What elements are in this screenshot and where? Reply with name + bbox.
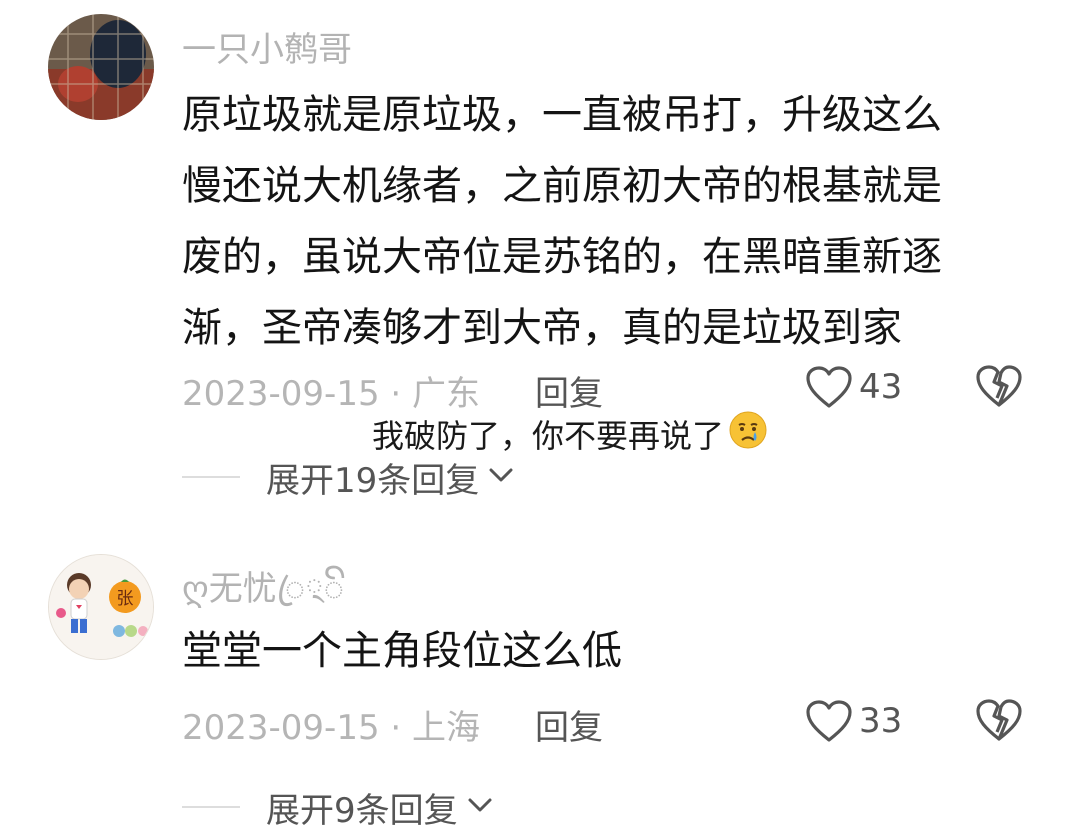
reply-button[interactable]: 回复 (535, 366, 603, 415)
expand-replies-label: 展开19条回复 (266, 460, 480, 501)
dislike-button[interactable] (975, 364, 1023, 412)
like-count: 43 (859, 367, 903, 407)
comment-line: 废的，虽说大帝位是苏铭的，在黑暗重新逐 (182, 234, 942, 280)
like-button[interactable]: 43 (805, 362, 902, 412)
broken-heart-icon (975, 699, 1023, 746)
comment-text: 原垃圾就是原垃圾，一直被吊打，升级这么 慢还说大机缘者，之前原初大帝的根基就是 … (182, 80, 1032, 364)
comment-line: 慢还说大机缘者，之前原初大帝的根基就是 (182, 163, 942, 209)
comment-text: 堂堂一个主角段位这么低 (182, 616, 1032, 687)
broken-heart-icon (975, 365, 1023, 412)
like-button[interactable]: 33 (805, 696, 902, 746)
comment-line: 堂堂一个主角段位这么低 (182, 628, 622, 674)
crying-face-icon (728, 410, 768, 458)
avatar[interactable]: 张 (48, 554, 154, 660)
comment-line: 渐，圣帝凑够才到大帝，真的是垃圾到家 (182, 305, 902, 351)
comment-meta: 2023-09-15 · 上海 (182, 708, 481, 748)
chevron-down-icon (466, 795, 494, 819)
heart-icon (805, 365, 853, 409)
comment-meta: 2023-09-15 · 广东 (182, 374, 481, 414)
dislike-button[interactable] (975, 698, 1023, 746)
comment-item: 张 ღ无忧ꦿ྄ꦼ 堂堂一个主角段位这么低 2023-09-15 · 上海 回复 … (0, 520, 1079, 837)
expand-replies-label: 展开9条回复 (266, 790, 458, 831)
username[interactable]: 一只小鹩哥 (182, 22, 352, 71)
reply-button[interactable]: 回复 (535, 700, 603, 749)
overlay-caption: 我破防了，你不要再说了 (372, 410, 768, 458)
chevron-down-icon (487, 465, 515, 489)
comment-line: 原垃圾就是原垃圾，一直被吊打，升级这么 (182, 92, 942, 138)
divider (182, 806, 240, 808)
avatar[interactable] (48, 14, 154, 120)
svg-text:张: 张 (117, 589, 134, 609)
expand-replies[interactable]: 展开19条回复 (182, 452, 515, 502)
expand-replies[interactable]: 展开9条回复 (182, 782, 494, 832)
like-count: 33 (859, 701, 903, 741)
divider (182, 476, 240, 478)
caption-text: 我破防了，你不要再说了 (372, 417, 725, 455)
heart-icon (805, 699, 853, 743)
